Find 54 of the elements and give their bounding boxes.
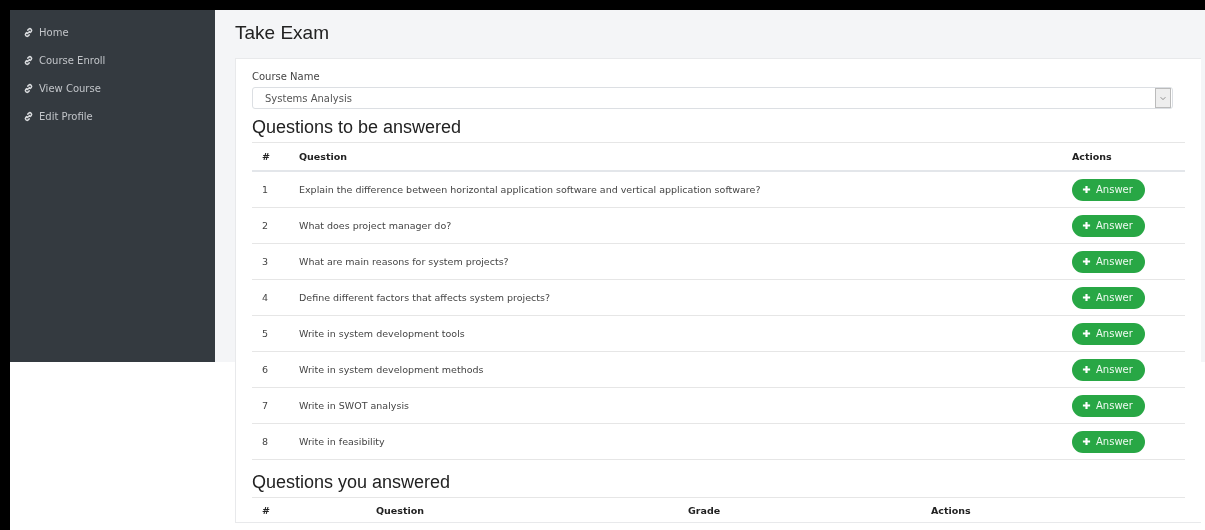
table-cell: Write in feasibility xyxy=(299,436,385,447)
link-icon xyxy=(23,26,34,38)
answer-button[interactable]: Answer xyxy=(1072,178,1145,201)
table-cell: 3 xyxy=(262,256,269,267)
column-header: Actions xyxy=(1072,151,1112,162)
section-title: Questions you answered xyxy=(252,472,452,493)
table-cell: Explain the difference between horizontal application software and vertical application software? xyxy=(299,184,761,195)
table-cell: 1 xyxy=(262,184,269,195)
plus-icon xyxy=(1082,401,1091,410)
table-cell: Write in system development tools xyxy=(299,328,465,339)
table-cell: 7 xyxy=(262,400,269,411)
table-cell: 4 xyxy=(262,292,269,303)
sidebar-link[interactable]: Course Enroll xyxy=(10,46,215,74)
table-cell: What are main reasons for system projects? xyxy=(299,256,509,267)
field-label: Course Name xyxy=(252,71,321,82)
answer-button[interactable]: Answer xyxy=(1072,430,1145,453)
table-cell: 5 xyxy=(262,328,269,339)
plus-icon xyxy=(1082,365,1091,374)
answer-button[interactable]: Answer xyxy=(1072,250,1145,273)
table-cell: Define different factors that affects system projects? xyxy=(299,292,550,303)
table-cell: What does project manager do? xyxy=(299,220,452,231)
plus-icon xyxy=(1082,257,1091,266)
answer-button[interactable]: Answer xyxy=(1072,358,1145,381)
table-cell: 2 xyxy=(262,220,269,231)
answer-button[interactable]: Answer xyxy=(1072,322,1145,345)
sidebar-link[interactable]: View Course xyxy=(10,74,215,102)
section-title: Questions to be answered xyxy=(252,117,463,138)
column-header: Actions xyxy=(931,504,971,516)
answer-button[interactable]: Answer xyxy=(1072,394,1145,417)
link-icon xyxy=(23,54,34,66)
plus-icon xyxy=(1082,329,1091,338)
table-cell: Write in SWOT analysis xyxy=(299,400,409,411)
plus-icon xyxy=(1082,437,1091,446)
table-cell: Write in system development methods xyxy=(299,364,484,375)
table-cell: 6 xyxy=(262,364,269,375)
answer-button[interactable]: Answer xyxy=(1072,214,1145,237)
plus-icon xyxy=(1082,293,1091,302)
column-header: Grade xyxy=(688,504,721,516)
course-select[interactable]: Systems Analysis xyxy=(252,87,1173,109)
table-cell: 8 xyxy=(262,436,269,447)
column-header: # xyxy=(262,151,270,162)
plus-icon xyxy=(1082,221,1091,230)
sidebar-link[interactable]: Edit Profile xyxy=(10,102,215,130)
caret-icon xyxy=(1159,94,1167,102)
column-header: # xyxy=(262,504,270,516)
dropdown-button[interactable] xyxy=(1155,88,1171,108)
plus-icon xyxy=(1082,185,1091,194)
column-header: Question xyxy=(376,504,425,516)
link-icon xyxy=(23,110,34,122)
page-title: Take Exam xyxy=(235,22,330,44)
answer-button[interactable]: Answer xyxy=(1072,286,1145,309)
column-header: Question xyxy=(299,151,348,162)
link-icon xyxy=(23,82,34,94)
sidebar-link[interactable]: Home xyxy=(10,18,215,46)
